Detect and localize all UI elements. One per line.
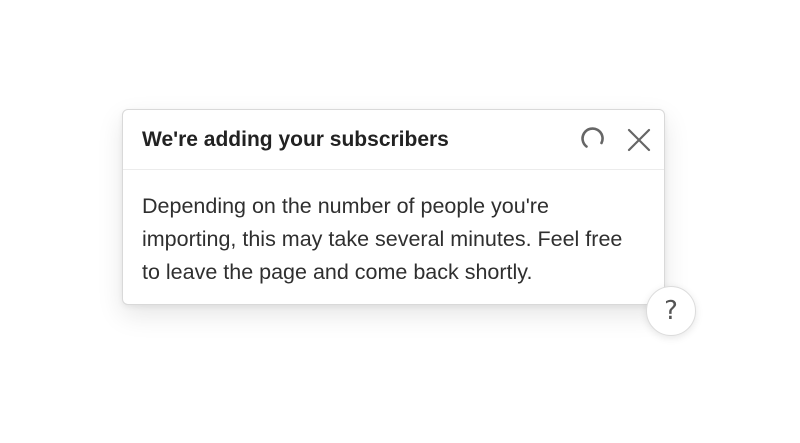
loading-spinner-icon [581,127,604,148]
toast-message: Depending on the number of people you're… [142,190,652,289]
toast-message-line: Depending on the number of people you're [142,194,549,218]
import-status-toast: We're adding your subscribers Depending … [122,109,665,305]
toast-message-line: to leave the page and come back shortly. [142,260,533,284]
toast-title: We're adding your subscribers [142,128,449,151]
help-button[interactable]: ? [646,286,696,336]
question-mark-icon: ? [664,296,678,326]
close-button[interactable] [623,124,655,156]
toast-message-line: importing, this may take several minutes… [142,227,623,251]
toast-header: We're adding your subscribers [123,110,664,170]
close-icon [627,128,651,152]
